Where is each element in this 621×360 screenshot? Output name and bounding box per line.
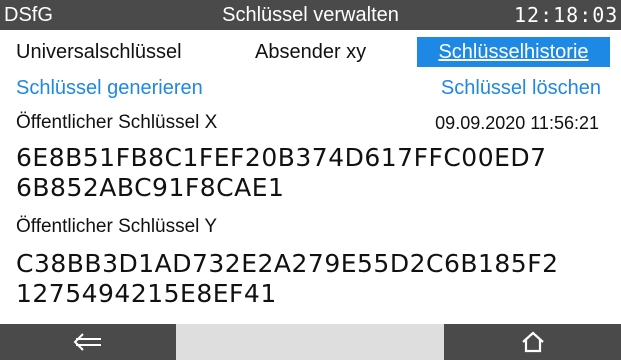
bottom-bar-spacer	[176, 324, 444, 360]
title-bar: DSfG Schlüssel verwalten 12:18:03	[0, 0, 621, 30]
bottom-bar	[0, 324, 621, 360]
public-key-y-value-line2: 1275494215E8EF41	[16, 279, 277, 308]
home-icon	[521, 331, 544, 353]
generate-key-link[interactable]: Schlüssel generieren	[16, 74, 203, 102]
back-button[interactable]	[0, 324, 176, 360]
public-key-y-value-line1: C38BB3D1AD732E2A279E55D2C6B185F2	[16, 249, 559, 278]
tab-universal-key[interactable]: Universalschlüssel	[16, 37, 182, 67]
home-button[interactable]	[444, 324, 621, 360]
tab-sender[interactable]: Absender xy	[255, 37, 366, 67]
arrow-left-icon	[73, 333, 101, 351]
screen: DSfG Schlüssel verwalten 12:18:03 Univer…	[0, 0, 621, 360]
delete-key-link[interactable]: Schlüssel löschen	[441, 74, 601, 102]
tab-key-history[interactable]: Schlüsselhistorie	[417, 37, 610, 67]
public-key-x-value-line1: 6E8B51FB8C1FEF20B374D617FFC00ED7	[16, 143, 547, 172]
clock: 12:18:03	[514, 3, 619, 27]
public-key-x-label: Öffentlicher Schlüssel X	[16, 112, 218, 133]
public-key-x-date: 09.09.2020 11:56:21	[435, 113, 599, 133]
public-key-x-value-line2: 6B852ABC91F8CAE1	[16, 173, 285, 202]
public-key-y-label: Öffentlicher Schlüssel Y	[16, 216, 218, 237]
